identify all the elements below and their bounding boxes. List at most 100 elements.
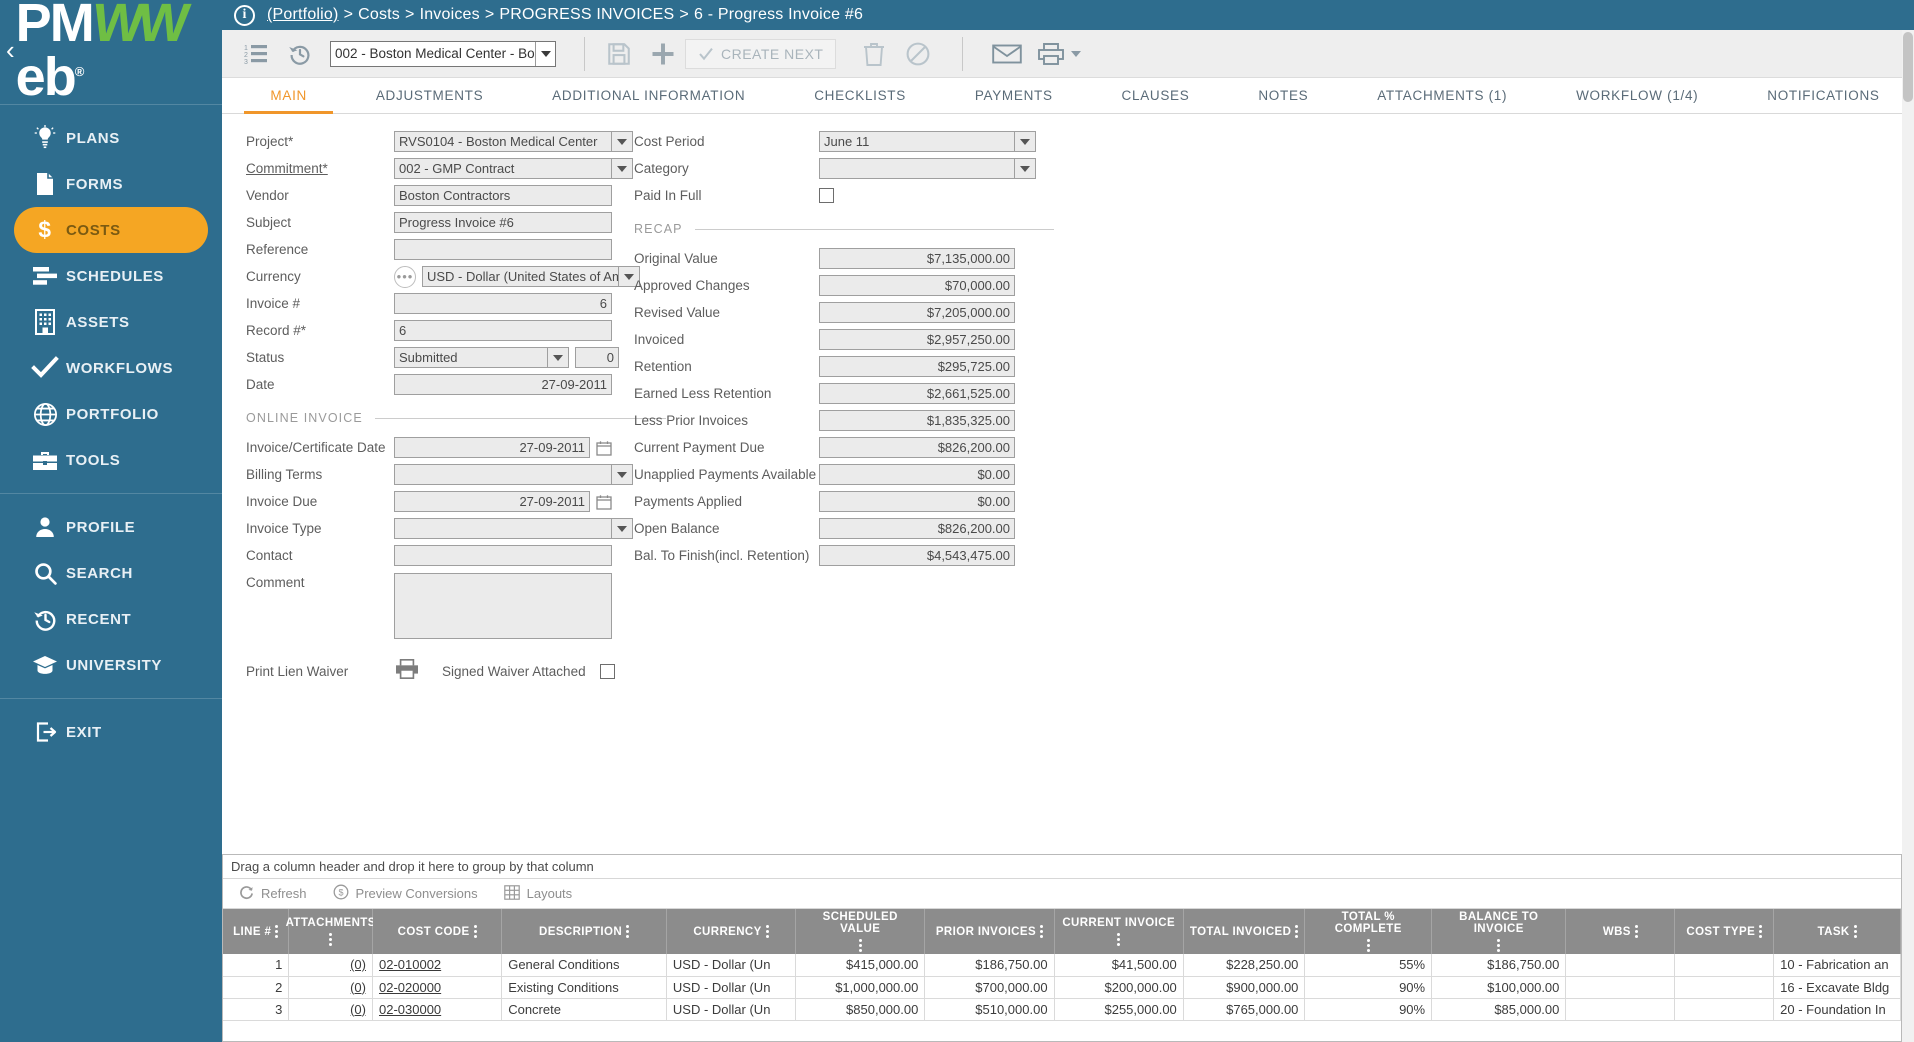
record-number-field[interactable]: 6 xyxy=(394,320,612,341)
project-field[interactable]: RVS0104 - Boston Medical Center xyxy=(394,131,612,152)
column-menu-icon[interactable] xyxy=(626,925,630,938)
breadcrumb-progress-invoices[interactable]: PROGRESS INVOICES xyxy=(499,6,674,24)
column-menu-icon[interactable] xyxy=(275,925,279,938)
project-selector[interactable]: 002 - Boston Medical Center - Bosto xyxy=(330,40,556,67)
invoice-certificate-date-field[interactable]: 27-09-2011 xyxy=(394,437,590,458)
col-description[interactable]: DESCRIPTION xyxy=(501,909,667,954)
cancel-button[interactable] xyxy=(896,35,940,73)
tab-notifications[interactable]: NOTIFICATIONS xyxy=(1733,78,1914,113)
chevron-down-icon[interactable] xyxy=(535,41,555,66)
tab-payments[interactable]: PAYMENTS xyxy=(940,78,1087,113)
project-dropdown-icon[interactable] xyxy=(612,131,633,152)
envelope-icon[interactable] xyxy=(985,35,1029,73)
sidebar-item-exit[interactable]: EXIT xyxy=(14,709,208,755)
status-number-field[interactable]: 0 xyxy=(575,347,619,368)
category-field[interactable] xyxy=(819,158,1015,179)
breadcrumb-costs[interactable]: Costs xyxy=(358,6,400,24)
calendar-icon[interactable] xyxy=(596,440,612,456)
date-field[interactable]: 27-09-2011 xyxy=(394,374,612,395)
sidebar-collapse-chevron-icon[interactable]: ‹ xyxy=(6,35,15,66)
sidebar-item-university[interactable]: UNIVERSITY xyxy=(14,642,208,688)
sidebar-item-workflows[interactable]: WORKFLOWS xyxy=(14,345,208,391)
sidebar-item-costs[interactable]: $ COSTS xyxy=(14,207,208,253)
invoice-due-field[interactable]: 27-09-2011 xyxy=(394,491,590,512)
col-cost-type[interactable]: COST TYPE xyxy=(1674,909,1775,954)
cell-attachments-link[interactable]: (0) xyxy=(350,957,366,972)
history-icon[interactable] xyxy=(278,35,322,73)
col-balance-to-invoice[interactable]: BALANCE TO INVOICE xyxy=(1431,909,1567,954)
table-row[interactable]: 1 (0) 02-010002 General Conditions USD -… xyxy=(223,954,1901,977)
tab-adjustments[interactable]: ADJUSTMENTS xyxy=(341,78,517,113)
tab-notes[interactable]: NOTES xyxy=(1224,78,1343,113)
field-label[interactable]: Commitment* xyxy=(246,161,394,176)
sidebar-item-assets[interactable]: ASSETS xyxy=(14,299,208,345)
sidebar-item-portfolio[interactable]: PORTFOLIO xyxy=(14,391,208,437)
cell-attachments-link[interactable]: (0) xyxy=(350,980,366,995)
vendor-field[interactable]: Boston Contractors xyxy=(394,185,612,206)
col-current-invoice[interactable]: CURRENT INVOICE xyxy=(1054,909,1184,954)
delete-button[interactable] xyxy=(852,35,896,73)
column-menu-icon[interactable] xyxy=(1040,925,1044,938)
printer-icon[interactable] xyxy=(394,658,420,685)
tab-main[interactable]: MAIN xyxy=(236,78,341,114)
page-scrollbar[interactable] xyxy=(1902,30,1914,1042)
col-wbs[interactable]: WBS xyxy=(1565,909,1676,954)
table-row[interactable]: 3 (0) 02-030000 Concrete USD - Dollar (U… xyxy=(223,998,1901,1021)
cell-cost-code-link[interactable]: 02-020000 xyxy=(379,980,441,995)
numbered-list-icon[interactable]: 123 xyxy=(234,35,278,73)
column-menu-icon[interactable] xyxy=(1366,939,1370,952)
calendar-icon[interactable] xyxy=(596,494,612,510)
signed-waiver-checkbox[interactable] xyxy=(599,663,615,679)
column-menu-icon[interactable] xyxy=(858,939,862,952)
sidebar-item-recent[interactable]: RECENT xyxy=(14,596,208,642)
sidebar-item-search[interactable]: SEARCH xyxy=(14,550,208,596)
app-logo[interactable]: ‹ PMWWeb® xyxy=(0,0,222,104)
cost-period-field[interactable]: June 11 xyxy=(819,131,1015,152)
tab-checklists[interactable]: CHECKLISTS xyxy=(780,78,941,113)
refresh-button[interactable]: Refresh xyxy=(239,885,307,903)
info-icon[interactable]: i xyxy=(234,4,255,26)
column-menu-icon[interactable] xyxy=(1117,933,1121,946)
col-currency[interactable]: CURRENCY xyxy=(666,909,797,954)
tab-attachments[interactable]: ATTACHMENTS (1) xyxy=(1343,78,1542,113)
column-menu-icon[interactable] xyxy=(329,933,333,946)
reference-field[interactable] xyxy=(394,239,612,260)
cell-cost-code-link[interactable]: 02-030000 xyxy=(379,1002,441,1017)
invoice-number-field[interactable]: 6 xyxy=(394,293,612,314)
tab-clauses[interactable]: CLAUSES xyxy=(1087,78,1224,113)
billing-terms-field[interactable] xyxy=(394,464,612,485)
cell-attachments-link[interactable]: (0) xyxy=(350,1002,366,1017)
invoice-type-field[interactable] xyxy=(394,518,612,539)
category-dropdown-icon[interactable] xyxy=(1015,158,1036,179)
column-menu-icon[interactable] xyxy=(1759,925,1763,938)
breadcrumb-invoices[interactable]: Invoices xyxy=(420,6,480,24)
tab-workflow[interactable]: WORKFLOW (1/4) xyxy=(1542,78,1733,113)
column-menu-icon[interactable] xyxy=(765,925,769,938)
col-total-invoiced[interactable]: TOTAL INVOICED xyxy=(1183,909,1306,954)
sidebar-item-plans[interactable]: PLANS xyxy=(14,115,208,161)
contact-field[interactable] xyxy=(394,545,612,566)
create-next-button[interactable]: CREATE NEXT xyxy=(685,38,837,69)
page-scrollbar-thumb[interactable] xyxy=(1903,32,1913,102)
add-button[interactable] xyxy=(641,35,685,73)
column-menu-icon[interactable] xyxy=(473,925,477,938)
group-by-dropzone[interactable]: Drag a column header and drop it here to… xyxy=(223,855,1901,879)
cost-period-dropdown-icon[interactable] xyxy=(1015,131,1036,152)
col-line-number[interactable]: LINE # xyxy=(223,909,290,954)
col-total-pct-complete[interactable]: TOTAL % COMPLETE xyxy=(1304,909,1433,954)
commitment-dropdown-icon[interactable] xyxy=(612,158,633,179)
subject-field[interactable]: Progress Invoice #6 xyxy=(394,212,612,233)
print-dropdown-caret-icon[interactable] xyxy=(1071,50,1082,57)
tab-additional-information[interactable]: ADDITIONAL INFORMATION xyxy=(518,78,780,113)
sidebar-item-tools[interactable]: TOOLS xyxy=(14,437,208,483)
currency-more-options-icon[interactable]: ••• xyxy=(394,265,416,288)
commitment-field[interactable]: 002 - GMP Contract xyxy=(394,158,612,179)
preview-conversions-button[interactable]: $ Preview Conversions xyxy=(333,884,478,903)
cell-cost-code-link[interactable]: 02-010002 xyxy=(379,957,441,972)
col-attachments[interactable]: ATTACHMENTS xyxy=(286,909,375,954)
printer-icon[interactable] xyxy=(1029,35,1073,73)
col-prior-invoices[interactable]: PRIOR INVOICES xyxy=(924,909,1055,954)
breadcrumb-portfolio-link[interactable]: (Portfolio) xyxy=(267,6,339,24)
status-field[interactable]: Submitted xyxy=(394,347,548,368)
invoice-type-dropdown-icon[interactable] xyxy=(612,518,633,539)
